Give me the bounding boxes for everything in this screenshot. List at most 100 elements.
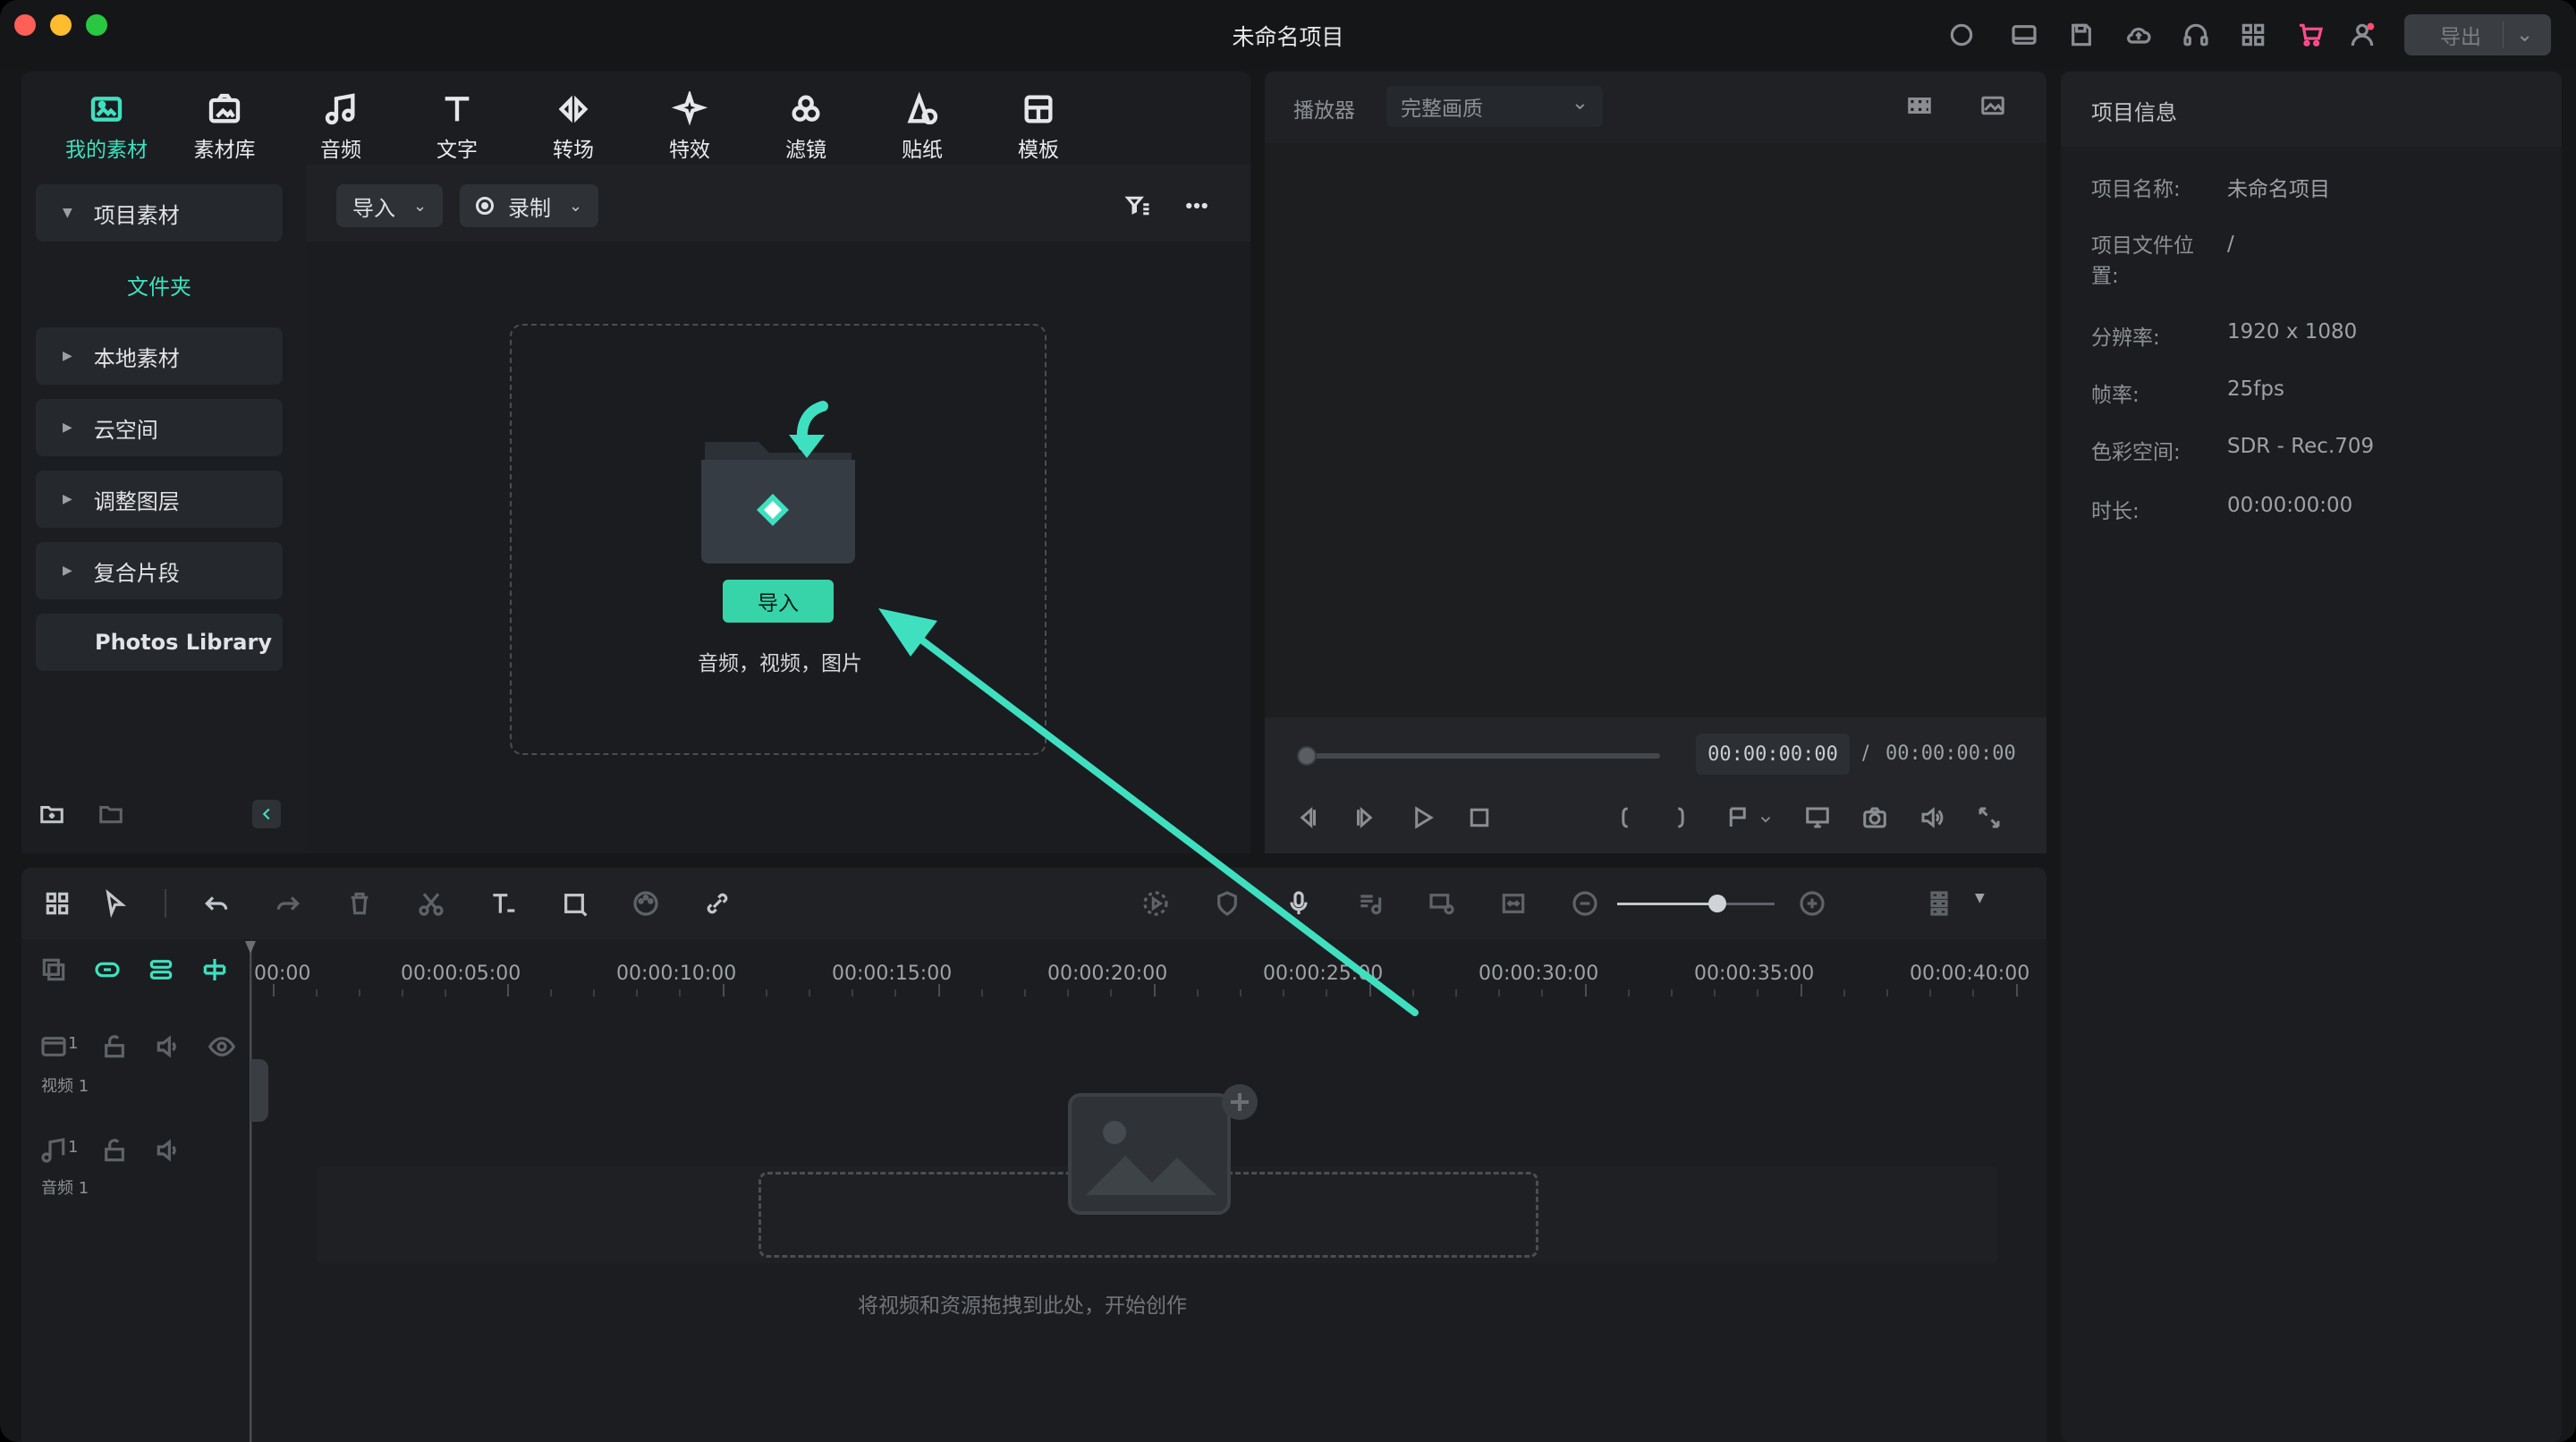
tab-filters[interactable]: 滤镜 [757, 89, 855, 163]
marker-shield-icon[interactable] [1209, 886, 1245, 921]
undo-icon[interactable] [199, 886, 234, 921]
record-dropdown[interactable]: 录制 ⌄ [460, 184, 599, 227]
sidebar-item-cloud[interactable]: ▶ 云空间 [36, 399, 283, 456]
record-icon [476, 197, 494, 215]
visibility-eye-icon[interactable] [204, 1029, 240, 1065]
snapshot-camera-icon[interactable] [1859, 802, 1891, 834]
import-dropdown-label: 导入 [352, 195, 395, 221]
mark-out-icon[interactable] [1665, 802, 1698, 834]
screen-preview-icon[interactable] [1424, 886, 1460, 921]
player-viewport[interactable] [1265, 143, 2046, 789]
sidebar-item-local-media[interactable]: ▶ 本地素材 [36, 327, 283, 385]
track-options-icon[interactable] [1921, 886, 1957, 921]
record-circle-icon[interactable] [1946, 20, 1977, 50]
add-track-icon[interactable] [36, 952, 72, 988]
play-icon[interactable] [1406, 802, 1438, 834]
display-monitor-icon[interactable] [1801, 802, 1834, 834]
toolbar-divider [165, 889, 166, 918]
current-time[interactable]: 00:00:00:00 [1696, 734, 1850, 775]
player-label: 播放器 [1293, 99, 1355, 123]
color-palette-icon[interactable] [628, 886, 664, 921]
account-icon[interactable] [2347, 20, 2377, 50]
zoom-slider-handle[interactable] [1708, 895, 1726, 912]
more-options-icon[interactable] [1181, 190, 1213, 222]
lock-track-icon[interactable] [97, 1132, 132, 1168]
mark-in-icon[interactable] [1608, 802, 1640, 834]
tab-audio[interactable]: 音频 [292, 89, 390, 163]
caret-down-icon[interactable]: ▼ [1975, 891, 1985, 905]
sidebar-item-photos-library[interactable]: Photos Library [36, 614, 283, 671]
progress-handle[interactable] [1297, 746, 1317, 766]
sidebar-item-compound-clip[interactable]: ▶ 复合片段 [36, 542, 283, 599]
playhead-line[interactable] [250, 941, 251, 1442]
record-dropdown-label: 录制 [508, 195, 551, 221]
zoom-out-icon[interactable] [1567, 886, 1603, 921]
layout-icon[interactable] [2009, 20, 2039, 50]
select-pointer-icon[interactable] [98, 886, 134, 921]
import-dropdown[interactable]: 导入 ⌄ [336, 184, 444, 227]
tab-my-media[interactable]: 我的素材 [57, 89, 156, 163]
layout-grid-icon[interactable] [39, 886, 75, 921]
crop-icon[interactable] [556, 886, 592, 921]
project-info-header: 项目信息 [2061, 72, 2562, 147]
progress-track[interactable] [1301, 753, 1660, 759]
redo-icon[interactable] [270, 886, 306, 921]
tab-effects[interactable]: 特效 [640, 89, 739, 163]
collapse-sidebar-button[interactable] [252, 800, 281, 828]
chevron-down-icon[interactable] [1755, 803, 1776, 836]
track-stack-icon[interactable] [143, 952, 179, 988]
apps-grid-icon[interactable] [2238, 20, 2268, 50]
stop-icon[interactable] [1463, 802, 1496, 834]
cart-icon[interactable] [2295, 20, 2326, 50]
export-button[interactable]: 导出 ⌄ [2404, 14, 2551, 55]
microphone-icon[interactable] [1281, 886, 1317, 921]
cloud-upload-icon[interactable] [2123, 20, 2154, 50]
sidebar-item-label: 调整图层 [93, 488, 180, 514]
track-header-column: 1 视频 1 1 音频 1 [21, 939, 252, 1442]
tab-text[interactable]: 文字 [408, 89, 506, 163]
tab-transitions[interactable]: 转场 [524, 89, 623, 163]
fullscreen-icon[interactable] [1973, 802, 2005, 834]
previous-frame-icon[interactable] [1292, 802, 1324, 834]
delete-icon[interactable] [342, 886, 377, 921]
tab-stickers[interactable]: 贴纸 [873, 89, 971, 163]
zoom-in-icon[interactable] [1794, 886, 1830, 921]
mute-track-icon[interactable] [150, 1029, 186, 1065]
media-toolbar: 导入 ⌄ 录制 ⌄ [306, 165, 1250, 242]
sidebar-item-adjustment-layer[interactable]: ▶ 调整图层 [36, 471, 283, 528]
quality-dropdown[interactable]: 完整画质 ⌄ [1386, 86, 1603, 127]
track-resize-handle[interactable] [250, 1059, 268, 1122]
mute-track-icon[interactable] [150, 1132, 186, 1168]
title-bar: 未命名项目 导出 ⌄ [0, 0, 2576, 70]
filter-sort-icon[interactable] [1122, 190, 1154, 222]
info-label-location: 项目文件位置: [2091, 234, 2194, 288]
cut-scissors-icon[interactable] [413, 886, 449, 921]
folder-outline-icon[interactable] [95, 798, 127, 830]
magnet-snap-icon[interactable] [197, 952, 233, 988]
unlink-icon[interactable] [699, 886, 735, 921]
auto-beat-icon[interactable] [1138, 886, 1174, 921]
link-clip-icon[interactable] [89, 952, 125, 988]
image-preview-icon[interactable] [1977, 89, 2009, 122]
fit-width-icon[interactable] [1496, 886, 1531, 921]
new-folder-icon[interactable] [36, 798, 68, 830]
insert-marker-icon[interactable] [1723, 802, 1755, 834]
lock-track-icon[interactable] [97, 1029, 132, 1065]
add-text-icon[interactable] [485, 886, 521, 921]
tab-stock-media[interactable]: 素材库 [175, 89, 274, 163]
grid-view-icon[interactable] [1903, 89, 1936, 122]
save-icon[interactable] [2066, 20, 2097, 50]
next-frame-icon[interactable] [1349, 802, 1381, 834]
tab-templates[interactable]: 模板 [989, 89, 1088, 163]
audio-list-icon[interactable] [1352, 886, 1388, 921]
sidebar-item-project-media[interactable]: ▼ 项目素材 [36, 184, 283, 242]
media-drop-zone[interactable]: 导入 音频，视频，图片 [510, 324, 1046, 755]
import-button[interactable]: 导入 [723, 580, 834, 623]
info-value-name: 未命名项目 [2227, 178, 2330, 201]
chevron-down-icon[interactable]: ⌄ [2516, 23, 2533, 47]
caret-down-icon: ▼ [63, 206, 72, 220]
headset-icon[interactable] [2181, 20, 2211, 50]
volume-icon[interactable] [1916, 802, 1948, 834]
text-t-icon [408, 89, 506, 129]
sidebar-item-folder[interactable]: 文件夹 [36, 256, 283, 313]
